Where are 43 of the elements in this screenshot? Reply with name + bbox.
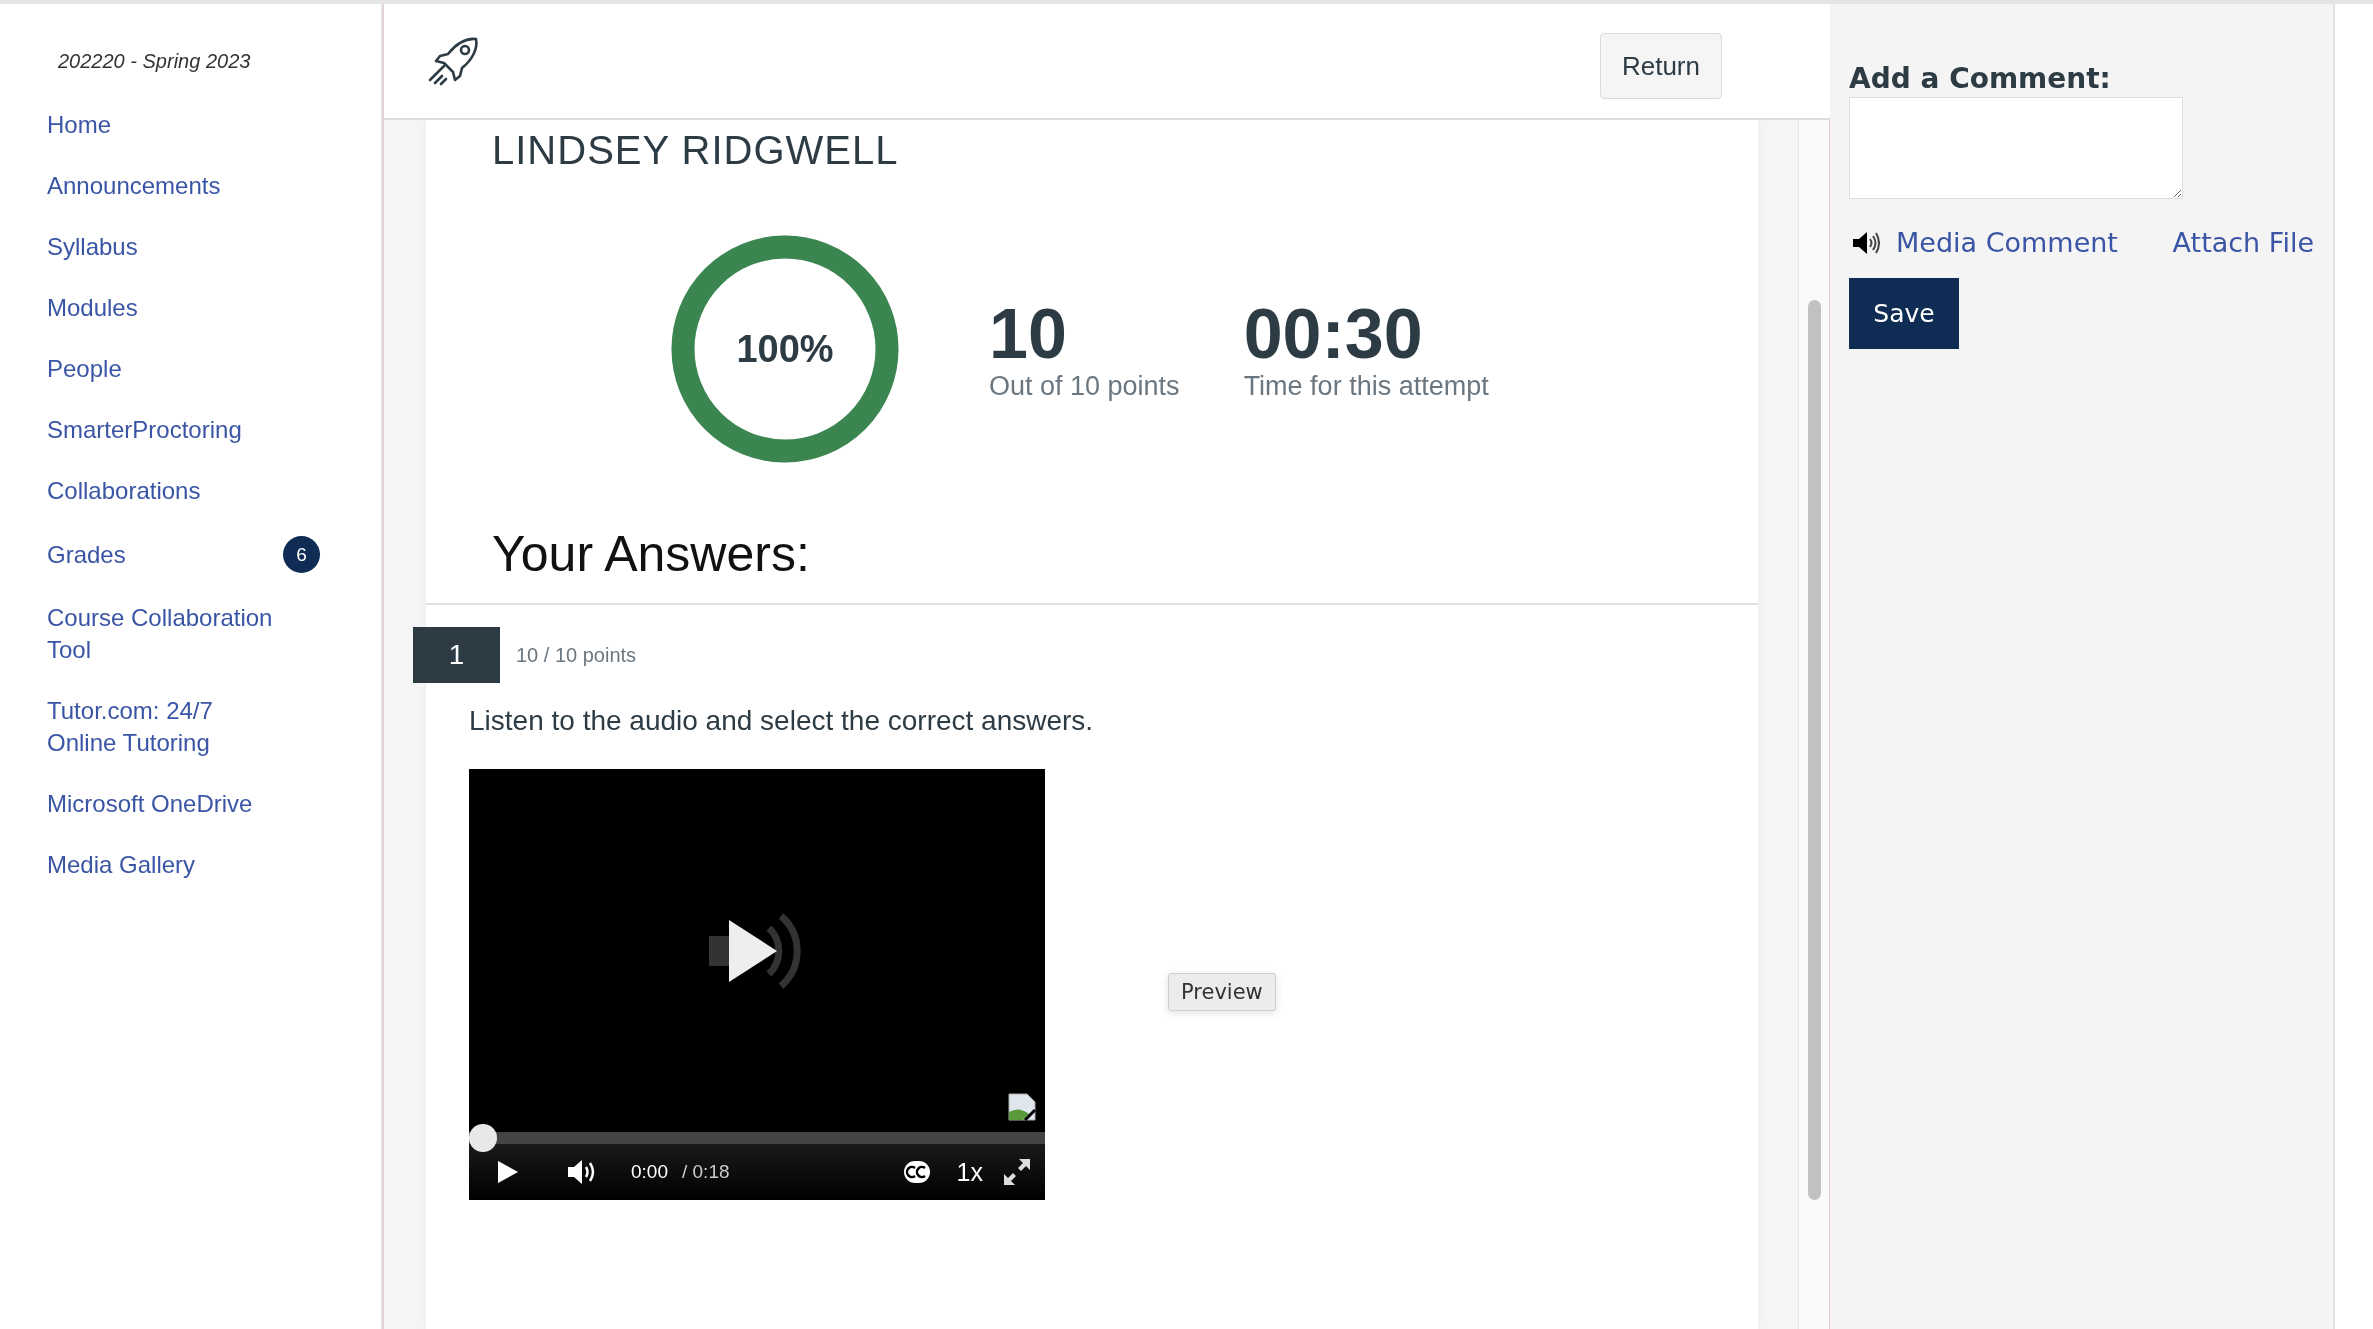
nav-link[interactable]: Media Gallery — [47, 849, 287, 881]
current-time: 0:00 — [631, 1161, 668, 1183]
student-name: LINDSEY RIDGWELL — [492, 128, 899, 173]
volume-icon[interactable] — [567, 1159, 597, 1185]
broken-image-icon — [1007, 1092, 1037, 1122]
nav-link[interactable]: People — [47, 353, 287, 385]
section-heading: Your Answers: — [492, 525, 810, 583]
fullscreen-icon[interactable] — [1003, 1158, 1031, 1186]
nav-link[interactable]: Home — [47, 109, 287, 141]
speaker-icon — [1852, 229, 1880, 256]
comment-field[interactable] — [1849, 97, 2183, 199]
captions-icon[interactable] — [902, 1160, 931, 1184]
play-icon[interactable] — [497, 1160, 519, 1184]
term-label: 202220 - Spring 2023 — [58, 50, 251, 73]
media-comment-link[interactable]: Media Comment — [1896, 227, 2118, 258]
nav-link[interactable]: Course Collaboration Tool — [47, 602, 287, 666]
preview-button[interactable]: Preview — [1168, 972, 1276, 1011]
nav-link[interactable]: Announcements — [47, 170, 287, 202]
points-value: 10 — [989, 296, 1067, 371]
time-value: 00:30 — [1243, 296, 1423, 371]
return-button[interactable]: Return — [1599, 33, 1722, 99]
rocket-icon[interactable] — [426, 36, 480, 86]
nav-link[interactable]: SmarterProctoring — [47, 414, 287, 446]
nav-link[interactable]: Syllabus — [47, 231, 287, 263]
question-text: Listen to the audio and select the correct answers. — [469, 705, 1094, 737]
attach-file-link[interactable]: Attach File — [2172, 227, 2314, 258]
comment-label: Add a Comment: — [1849, 62, 2111, 95]
nav-link[interactable]: Modules — [47, 292, 287, 324]
seek-handle[interactable] — [469, 1124, 497, 1152]
nav-link[interactable]: Collaborations — [47, 475, 287, 507]
nav-link[interactable]: Grades — [47, 538, 283, 571]
score-percent: 100% — [736, 327, 834, 371]
question-number: 1 — [413, 627, 500, 683]
nav-link[interactable]: Tutor.com: 24/7 Online Tutoring — [47, 695, 287, 759]
save-button[interactable]: Save — [1849, 278, 1959, 349]
speed-control[interactable]: 1x — [956, 1157, 983, 1187]
question-points: 10 / 10 points — [516, 643, 637, 667]
nav-link[interactable]: Microsoft OneDrive — [47, 788, 287, 820]
scrollbar-thumb[interactable] — [1808, 300, 1821, 1200]
points-caption: Out of 10 points — [989, 370, 1180, 402]
time-caption: Time for this attempt — [1243, 370, 1489, 402]
count-badge: 6 — [283, 536, 320, 573]
duration: / 0:18 — [682, 1161, 730, 1183]
